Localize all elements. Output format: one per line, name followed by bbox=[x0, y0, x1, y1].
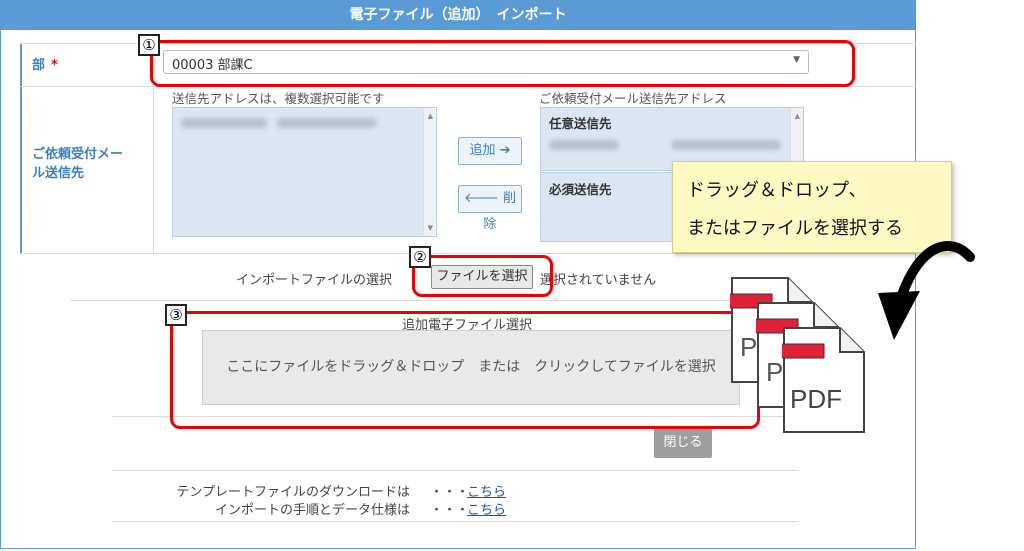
department-label: 部 bbox=[32, 58, 46, 73]
required-mark: * bbox=[51, 58, 58, 73]
department-label-cell: 部 * bbox=[20, 44, 154, 86]
highlight-department bbox=[150, 40, 855, 87]
scroll-up-icon[interactable]: ▲ bbox=[428, 112, 433, 120]
right-list-label: ご依頼受付メール送信先アドレス bbox=[539, 91, 727, 106]
spec-dots: ・・・ bbox=[430, 503, 470, 518]
highlight-dropzone bbox=[170, 311, 760, 429]
template-download-link[interactable]: こちら bbox=[467, 481, 506, 500]
no-file-selected-text: 選択されていません bbox=[540, 273, 657, 288]
curved-arrow-icon bbox=[878, 241, 975, 340]
divider bbox=[20, 253, 916, 254]
column-divider bbox=[153, 87, 154, 253]
pdf-file-icon: PDF bbox=[782, 327, 865, 433]
available-recipients-list[interactable]: ▲ ▼ bbox=[172, 107, 437, 237]
scroll-down-icon[interactable]: ▼ bbox=[428, 224, 433, 232]
divider bbox=[112, 521, 798, 522]
recipients-label-line2: ル送信先 bbox=[32, 166, 85, 181]
required-recipients-list[interactable]: 必須送信先 bbox=[540, 172, 674, 242]
recipient-item-blurred[interactable] bbox=[549, 140, 619, 150]
required-group-title: 必須送信先 bbox=[549, 182, 612, 197]
divider bbox=[70, 300, 798, 301]
close-button[interactable]: 閉じる bbox=[654, 428, 712, 458]
template-download-text: テンプレートファイルのダウンロードは bbox=[176, 485, 410, 500]
badge-3: ③ bbox=[165, 304, 187, 326]
pdf-label: PDF bbox=[790, 384, 842, 414]
badge-1: ① bbox=[138, 34, 160, 56]
recipients-label-cell: ご依頼受付メー ル送信先 bbox=[20, 87, 154, 253]
recipients-label-line1: ご依頼受付メー bbox=[32, 147, 124, 162]
svg-text:P: P bbox=[740, 332, 757, 362]
badge-2: ② bbox=[409, 246, 431, 268]
import-spec-text: インポートの手順とデータ仕様は bbox=[214, 503, 410, 518]
import-file-label: インポートファイルの選択 bbox=[236, 273, 393, 288]
import-spec-link[interactable]: こちら bbox=[467, 499, 506, 518]
scrollbar[interactable]: ▲ ▼ bbox=[423, 108, 436, 236]
svg-text:P: P bbox=[766, 357, 783, 387]
dialog-title: 電子ファイル（追加） インポート bbox=[0, 0, 916, 30]
highlight-choose-file bbox=[412, 255, 553, 297]
add-button[interactable]: 追加 ➔ bbox=[458, 137, 522, 165]
left-list-label: 送信先アドレスは、複数選択可能です bbox=[172, 91, 385, 106]
scroll-up-icon[interactable]: ▲ bbox=[795, 112, 800, 120]
delete-button[interactable]: 🡐 削除 bbox=[458, 185, 522, 232]
template-dots: ・・・ bbox=[430, 485, 470, 500]
optional-group-title: 任意送信先 bbox=[549, 116, 612, 131]
divider bbox=[112, 470, 798, 471]
recipient-item-blurred[interactable] bbox=[277, 118, 377, 128]
recipient-item-blurred[interactable] bbox=[181, 118, 267, 128]
recipient-item-blurred[interactable] bbox=[671, 140, 781, 150]
